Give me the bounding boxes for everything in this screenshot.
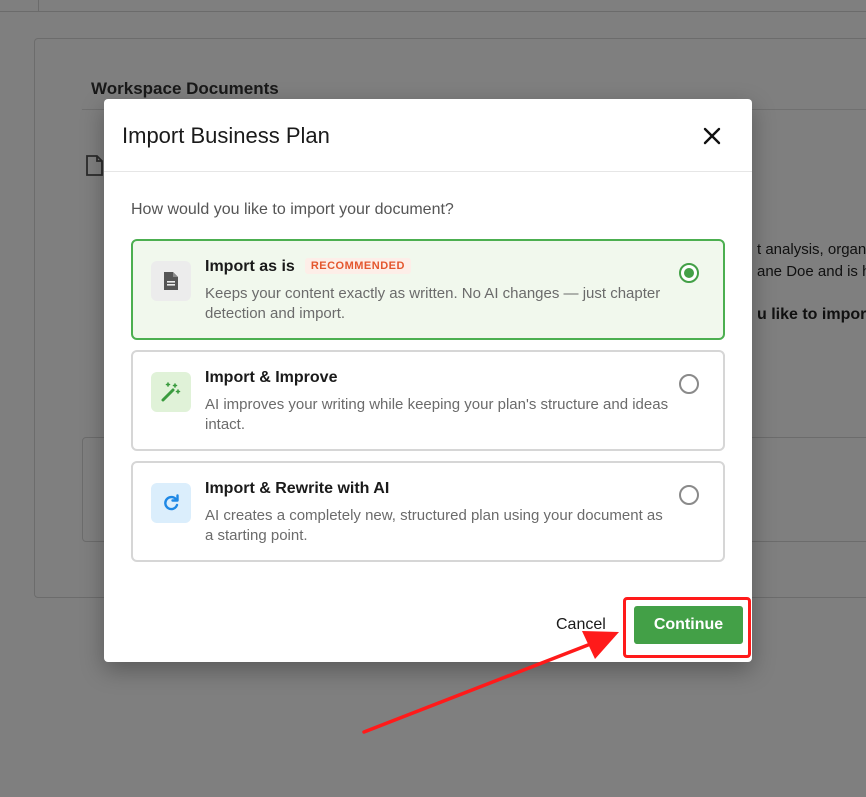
option-import-improve[interactable]: Import & Improve AI improves your writin…: [131, 350, 725, 451]
radio-import-as-is[interactable]: [679, 263, 699, 283]
magic-wand-icon: [151, 372, 191, 412]
radio-import-rewrite[interactable]: [679, 485, 699, 505]
import-dialog: Import Business Plan How would you like …: [104, 99, 752, 662]
cancel-button[interactable]: Cancel: [556, 616, 606, 634]
close-icon[interactable]: [700, 124, 724, 148]
dialog-header: Import Business Plan: [104, 99, 752, 172]
document-icon: [151, 261, 191, 301]
option-description: Keeps your content exactly as written. N…: [205, 285, 661, 322]
import-question: How would you like to import your docume…: [131, 201, 454, 218]
option-import-as-is[interactable]: Import as is RECOMMENDED Keeps your conte…: [131, 239, 725, 340]
option-import-rewrite[interactable]: Import & Rewrite with AI AI creates a co…: [131, 461, 725, 562]
option-title: Import as is RECOMMENDED: [205, 258, 411, 276]
dialog-title: Import Business Plan: [122, 123, 330, 148]
continue-button[interactable]: Continue: [634, 606, 743, 644]
refresh-icon: [151, 483, 191, 523]
radio-import-improve[interactable]: [679, 374, 699, 394]
option-title-text: Import as is: [205, 258, 295, 275]
option-title: Import & Improve: [205, 369, 338, 386]
option-description: AI creates a completely new, structured …: [205, 507, 663, 544]
option-description: AI improves your writing while keeping y…: [205, 396, 669, 433]
option-title: Import & Rewrite with AI: [205, 480, 390, 497]
recommended-badge: RECOMMENDED: [304, 258, 411, 274]
